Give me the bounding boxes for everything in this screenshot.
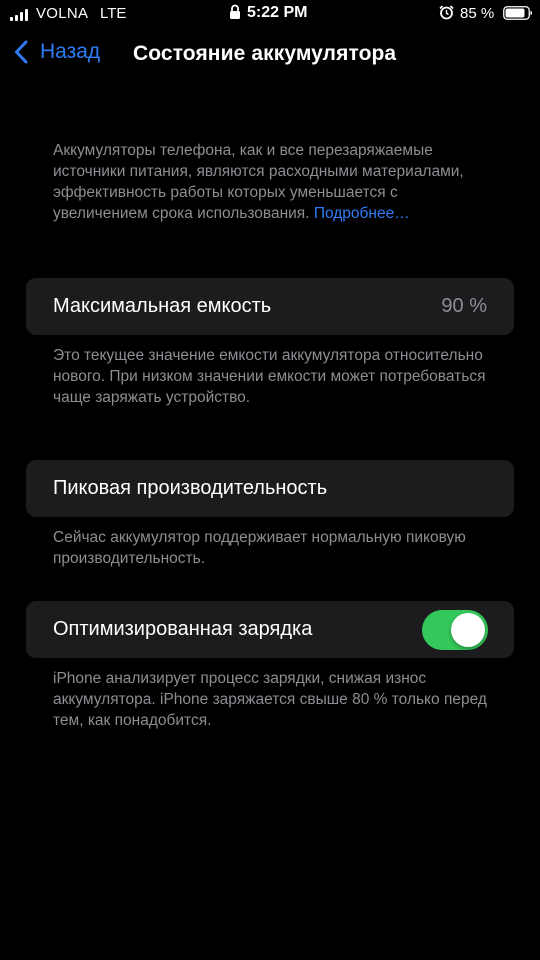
page-title: Состояние аккумулятора <box>133 42 397 65</box>
status-bar: VOLNA LTE 5:22 PM 85 % <box>0 0 540 30</box>
optimized-charging-toggle[interactable] <box>422 610 488 650</box>
signal-strength-icon <box>10 9 28 21</box>
network-type: LTE <box>100 5 127 22</box>
peak-performance-description: Сейчас аккумулятор поддерживает нормальн… <box>53 529 466 567</box>
lock-icon <box>230 4 240 19</box>
optimized-charging-label: Оптимизированная зарядка <box>53 618 313 640</box>
navigation-bar: Назад Состояние аккумулятора <box>0 36 540 76</box>
peak-performance-cell: Пиковая производительность <box>26 460 514 517</box>
peak-performance-label: Пиковая производительность <box>53 477 328 499</box>
carrier-name: VOLNA <box>36 5 89 22</box>
alarm-icon <box>439 5 454 20</box>
back-button[interactable]: Назад <box>14 40 100 64</box>
back-button-label: Назад <box>40 40 101 63</box>
optimized-charging-description: iPhone анализирует процесс зарядки, сниж… <box>53 670 487 729</box>
battery-icon <box>503 6 533 20</box>
max-capacity-cell: Максимальная емкость 90 % <box>26 278 514 335</box>
battery-percentage: 85 % <box>460 5 495 22</box>
status-time: 5:22 PM <box>247 4 308 21</box>
optimized-charging-cell: Оптимизированная зарядка <box>26 601 514 658</box>
max-capacity-label: Максимальная емкость <box>53 295 272 317</box>
toggle-knob <box>451 613 485 647</box>
max-capacity-value: 90 % <box>441 295 487 317</box>
chevron-left-icon <box>15 40 28 64</box>
max-capacity-description: Это текущее значение емкости аккумулятор… <box>53 347 486 406</box>
intro-description: Аккумуляторы телефона, как и все перезар… <box>53 140 493 224</box>
learn-more-link[interactable]: Подробнее… <box>314 205 410 222</box>
